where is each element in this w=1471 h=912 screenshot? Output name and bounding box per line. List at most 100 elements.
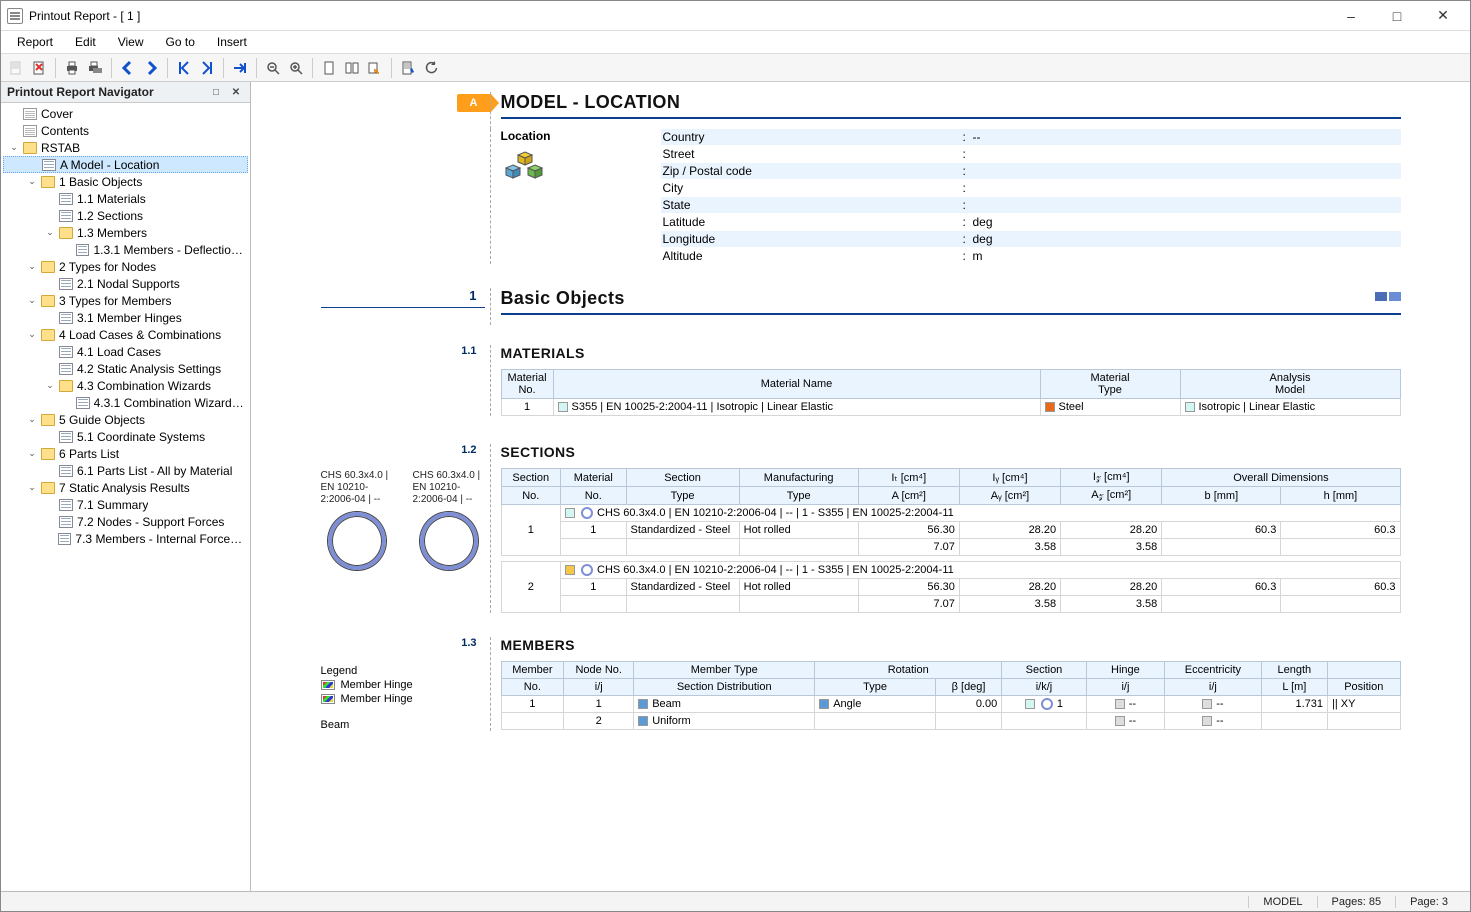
menu-insert[interactable]: Insert	[207, 33, 257, 51]
tree-item[interactable]: 4.2 Static Analysis Settings	[3, 360, 248, 377]
tree-item-label: 5.1 Coordinate Systems	[77, 430, 205, 444]
tree-item-label: 2 Types for Nodes	[59, 260, 156, 274]
tree-item[interactable]: ⌄4 Load Cases & Combinations	[3, 326, 248, 343]
tree-item[interactable]: ⌄ 2 Types for Nodes	[3, 258, 248, 275]
folder-icon	[23, 142, 37, 154]
section-1-3-num: 1.3	[315, 637, 485, 649]
tree-item[interactable]: Contents	[3, 122, 248, 139]
tree-item-label: 2.1 Nodal Supports	[77, 277, 180, 291]
tree-item[interactable]: ⌄4.3 Combination Wizards	[3, 377, 248, 394]
tree-twist-icon[interactable]: ⌄	[9, 142, 19, 153]
legend-item-label: Member Hinge	[341, 693, 413, 705]
delete-report-icon[interactable]	[28, 57, 50, 79]
location-key: Country	[661, 129, 961, 145]
tree-item-label: 7.2 Nodes - Support Forces	[77, 515, 224, 529]
tree-twist-icon[interactable]: ⌄	[45, 227, 55, 238]
sections-table: SectionMaterialSectionManufacturing Iₜ […	[501, 468, 1401, 613]
tree-item[interactable]: 4.3.1 Combination Wizards - ...	[3, 394, 248, 411]
tree-item[interactable]: 3.1 Member Hinges	[3, 309, 248, 326]
tree-item[interactable]: ⌄1.3 Members	[3, 224, 248, 241]
tree-item[interactable]: 1.3.1 Members - Deflection C...	[3, 241, 248, 258]
location-key: Latitude	[661, 214, 961, 230]
page-viewport[interactable]: A MODEL - LOCATION Location	[251, 82, 1470, 891]
rule	[501, 117, 1401, 119]
tree-item[interactable]: 6.1 Parts List - All by Material	[3, 462, 248, 479]
select-mode-icon[interactable]	[364, 57, 386, 79]
tree-twist-icon[interactable]: ⌄	[27, 176, 37, 187]
menu-edit[interactable]: Edit	[65, 33, 106, 51]
print-icon[interactable]	[61, 57, 83, 79]
location-table: Country:--Street:Zip / Postal code:City:…	[661, 129, 1401, 264]
tree-twist-icon[interactable]: ⌄	[27, 261, 37, 272]
tree-item[interactable]: ⌄RSTAB	[3, 139, 248, 156]
tree-item-label: 1.1 Materials	[77, 192, 146, 206]
maximize-button[interactable]: □	[1374, 1, 1420, 31]
app-icon	[7, 8, 23, 24]
section-1-2-num: 1.2	[315, 444, 485, 456]
menu-goto[interactable]: Go to	[156, 33, 205, 51]
single-page-icon[interactable]	[318, 57, 340, 79]
colon: :	[961, 214, 971, 230]
tree-item[interactable]: 7.2 Nodes - Support Forces	[3, 513, 248, 530]
tree-item-label: 4.2 Static Analysis Settings	[77, 362, 221, 376]
tree-item[interactable]: 7.3 Members - Internal Forces by...	[3, 530, 248, 547]
zoom-out-icon[interactable]	[262, 57, 284, 79]
tree-item-label: 7.1 Summary	[77, 498, 148, 512]
tree-item[interactable]: 1.1 Materials	[3, 190, 248, 207]
navigator-tree[interactable]: CoverContents⌄RSTABA Model - Location⌄1 …	[1, 103, 250, 891]
goto-icon[interactable]	[229, 57, 251, 79]
document-icon	[23, 125, 37, 137]
folder-icon	[59, 227, 73, 239]
nav-next-icon[interactable]	[140, 57, 162, 79]
tree-item[interactable]: ⌄5 Guide Objects	[3, 411, 248, 428]
location-value: deg	[971, 214, 1401, 230]
tree-twist-icon[interactable]: ⌄	[45, 380, 55, 391]
location-key: State	[661, 197, 961, 213]
nav-last-icon[interactable]	[196, 57, 218, 79]
tree-item[interactable]: ⌄3 Types for Members	[3, 292, 248, 309]
table-icon	[59, 499, 73, 511]
chs-caption-2: CHS 60.3x4.0 | EN 10210-2:2006-04 | --	[413, 470, 485, 506]
tree-item[interactable]: A Model - Location	[3, 156, 248, 173]
menu-view[interactable]: View	[108, 33, 154, 51]
colon: :	[961, 248, 971, 264]
minimize-button[interactable]: –	[1328, 1, 1374, 31]
menu-report[interactable]: Report	[7, 33, 63, 51]
navigator-undock-icon[interactable]: □	[208, 85, 224, 99]
legend-swatch-icon	[321, 694, 335, 704]
close-button[interactable]: ✕	[1420, 1, 1466, 31]
status-pages: Pages: 85	[1317, 896, 1396, 908]
folder-icon	[41, 448, 55, 460]
tree-item[interactable]: 4.1 Load Cases	[3, 343, 248, 360]
nav-prev-icon[interactable]	[117, 57, 139, 79]
location-value	[971, 197, 1401, 213]
materials-table: MaterialNo. Material Name MaterialType A…	[501, 369, 1401, 416]
location-key: City	[661, 180, 961, 196]
chs-caption-1: CHS 60.3x4.0 | EN 10210-2:2006-04 | --	[321, 470, 393, 506]
zoom-in-icon[interactable]	[285, 57, 307, 79]
two-page-icon[interactable]	[341, 57, 363, 79]
location-value	[971, 163, 1401, 179]
tree-item[interactable]: ⌄6 Parts List	[3, 445, 248, 462]
refresh-icon[interactable]	[420, 57, 442, 79]
chs-ring-icon	[420, 512, 478, 570]
location-value: --	[971, 129, 1401, 145]
settings-page-icon[interactable]	[397, 57, 419, 79]
tree-twist-icon[interactable]: ⌄	[27, 329, 37, 340]
tree-item[interactable]: Cover	[3, 105, 248, 122]
tree-twist-icon[interactable]: ⌄	[27, 414, 37, 425]
tree-item[interactable]: 2.1 Nodal Supports	[3, 275, 248, 292]
tree-twist-icon[interactable]: ⌄	[27, 295, 37, 306]
tree-twist-icon[interactable]: ⌄	[27, 482, 37, 493]
tree-item[interactable]: 7.1 Summary	[3, 496, 248, 513]
tree-item-label: 4.1 Load Cases	[77, 345, 161, 359]
tree-item[interactable]: 5.1 Coordinate Systems	[3, 428, 248, 445]
tree-item[interactable]: ⌄1 Basic Objects	[3, 173, 248, 190]
tree-item[interactable]: 1.2 Sections	[3, 207, 248, 224]
tree-twist-icon[interactable]: ⌄	[27, 448, 37, 459]
navigator-close-icon[interactable]: ✕	[228, 85, 244, 99]
print-all-icon[interactable]	[84, 57, 106, 79]
nav-first-icon[interactable]	[173, 57, 195, 79]
tree-item[interactable]: ⌄7 Static Analysis Results	[3, 479, 248, 496]
location-value	[971, 180, 1401, 196]
